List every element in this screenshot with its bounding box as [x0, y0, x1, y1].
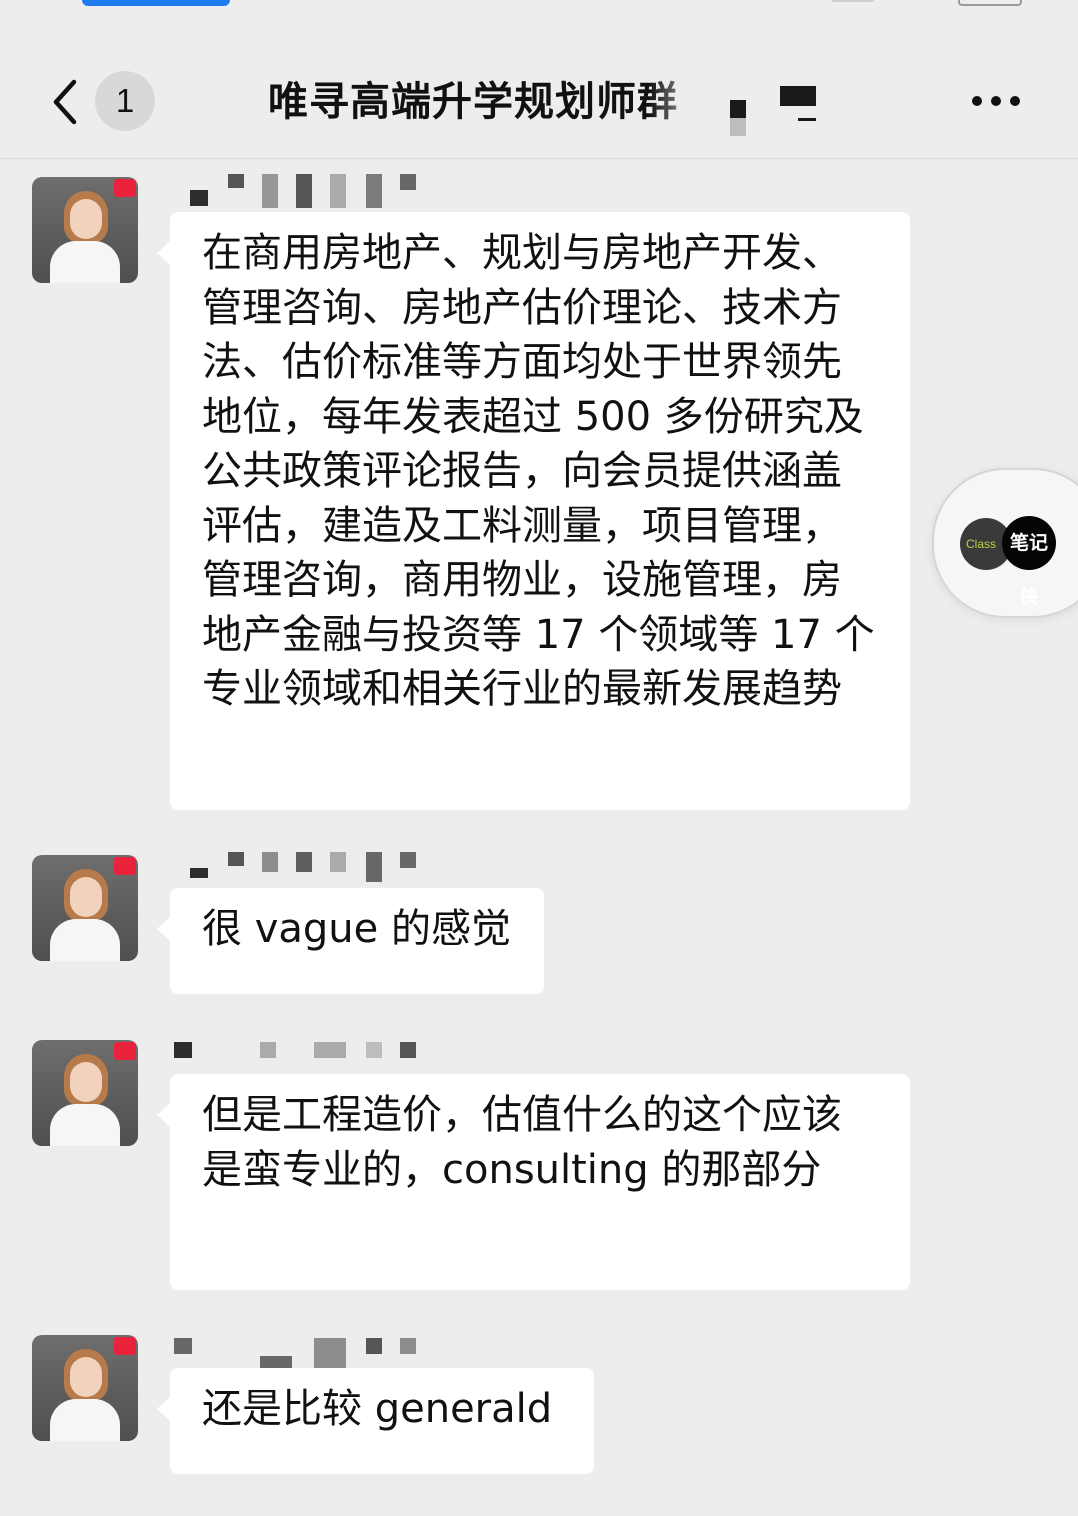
more-dots-icon [1010, 96, 1020, 106]
more-dots-icon [972, 96, 982, 106]
redacted-block [798, 118, 816, 121]
redacted-block [730, 100, 746, 118]
more-dots-icon [991, 96, 1001, 106]
notes-logo-icon: 笔记侠 [1002, 516, 1056, 608]
sender-avatar[interactable] [32, 855, 138, 961]
back-button[interactable] [44, 70, 92, 130]
chat-header: 1 唯寻高端升学规划师群 [0, 40, 1078, 159]
unread-count-badge[interactable]: 1 [95, 71, 155, 131]
floating-app-button[interactable]: Class 笔记侠 [932, 468, 1078, 618]
sender-avatar[interactable] [32, 1040, 138, 1146]
redacted-block [780, 86, 816, 106]
sender-avatar[interactable] [32, 177, 138, 283]
message-bubble[interactable]: 还是比较 generald [157, 1368, 594, 1474]
battery-icon [958, 0, 1022, 6]
redacted-block [730, 118, 746, 136]
status-indicator [82, 0, 230, 6]
status-icons [832, 0, 1022, 6]
message-bubble[interactable]: 很 vague 的感觉 [157, 888, 544, 994]
signal-icon [832, 0, 874, 2]
more-options-button[interactable] [966, 80, 1026, 120]
message-bubble[interactable]: 但是工程造价，估值什么的这个应该是蛮专业的，consulting 的那部分 [157, 1074, 910, 1290]
message-bubble[interactable]: 在商用房地产、规划与房地产开发、管理咨询、房地产估价理论、技术方法、估价标准等方… [157, 212, 910, 810]
status-bar [0, 0, 1078, 10]
chevron-left-icon [53, 79, 77, 125]
chat-title: 唯寻高端升学规划师群 [268, 79, 678, 125]
sender-avatar[interactable] [32, 1335, 138, 1441]
